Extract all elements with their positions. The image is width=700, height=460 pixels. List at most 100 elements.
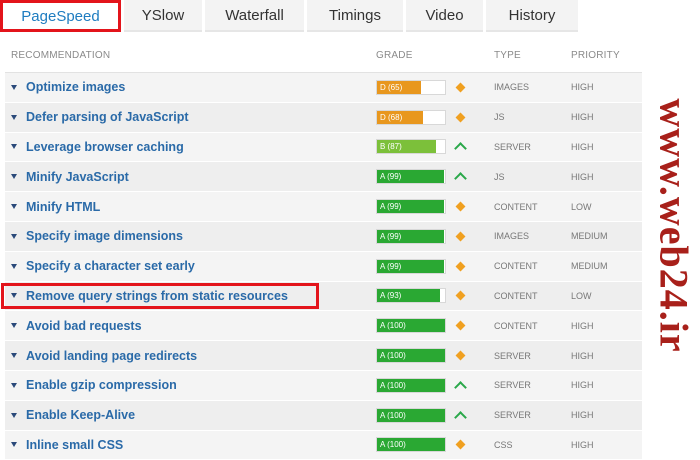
priority-cell: HIGH [571, 141, 594, 152]
caret-down-icon[interactable] [11, 114, 17, 120]
grade-cell: A (99) [376, 162, 494, 191]
grade-text: D (68) [380, 112, 403, 122]
diamond-icon [453, 319, 467, 333]
chevron-up-icon [453, 170, 467, 186]
grade-text: A (100) [380, 410, 406, 420]
table-body: Optimize images D (65) IMAGES HIGH Defer par… [1, 73, 642, 460]
grade-bar: A (99) [376, 258, 446, 274]
caret-down-icon[interactable] [11, 233, 17, 239]
type-cell: IMAGES [494, 82, 530, 93]
table-row[interactable]: Minify HTML A (99) CONTENT LOW [5, 192, 642, 222]
table-row[interactable]: Avoid landing page redirects A (100) SERVE… [5, 341, 642, 371]
tab-pagespeed[interactable]: PageSpeed [0, 0, 121, 32]
recommendation-label[interactable]: Avoid bad requests [26, 319, 142, 333]
recommendation-cell[interactable]: Remove query strings from static resourc… [1, 282, 376, 311]
recommendation-label[interactable]: Minify HTML [26, 200, 100, 214]
recommendation-label[interactable]: Enable gzip compression [26, 378, 177, 392]
grade-text: D (65) [380, 82, 403, 92]
diamond-icon [453, 259, 467, 273]
recommendation-cell[interactable]: Optimize images [5, 73, 376, 102]
grade-bar: B (87) [376, 139, 446, 155]
table-row[interactable]: Remove query strings from static resourc… [1, 281, 642, 312]
chevron-up-icon [453, 408, 467, 424]
tab-waterfall[interactable]: Waterfall [205, 0, 304, 32]
watermark-text: www.web24.ir [651, 97, 697, 353]
table-row[interactable]: Inline small CSS A (100) CSS HIGH [5, 430, 642, 460]
caret-down-icon[interactable] [11, 323, 17, 329]
recommendation-cell[interactable]: Minify HTML [5, 192, 376, 221]
table-row[interactable]: Optimize images D (65) IMAGES HIGH [5, 73, 642, 103]
caret-down-icon[interactable] [11, 263, 17, 269]
table-row[interactable]: Minify JavaScript A (99) JS HIGH [5, 162, 642, 193]
grade-bar: D (65) [376, 79, 446, 95]
recommendations-table: RECOMMENDATION GRADE TYPE PRIORITY Optim… [1, 38, 642, 460]
recommendation-cell[interactable]: Enable Keep-Alive [5, 401, 376, 430]
column-header-grade: GRADE [376, 49, 413, 61]
recommendation-label[interactable]: Specify image dimensions [26, 229, 183, 243]
grade-text: A (93) [380, 291, 402, 301]
type-cell: CONTENT [494, 320, 538, 331]
caret-down-icon[interactable] [11, 144, 17, 150]
recommendation-label[interactable]: Enable Keep-Alive [26, 408, 135, 422]
tab-yslow[interactable]: YSlow [124, 0, 202, 32]
table-row[interactable]: Avoid bad requests A (100) CONTENT HIGH [5, 311, 642, 342]
tab-timings[interactable]: Timings [307, 0, 403, 32]
grade-text: A (99) [380, 231, 402, 241]
grade-bar: A (99) [376, 169, 446, 185]
grade-cell: A (100) [376, 431, 494, 460]
tab-bar: PageSpeed YSlow Waterfall Timings Video … [0, 0, 645, 34]
type-cell: CSS [494, 439, 513, 450]
table-row[interactable]: Specify a character set early A (99) CONTE… [5, 251, 642, 282]
diamond-icon [453, 229, 467, 243]
tab-history[interactable]: History [486, 0, 578, 32]
recommendation-cell[interactable]: Specify a character set early [5, 252, 376, 281]
grade-bar: D (68) [376, 109, 446, 125]
caret-down-icon[interactable] [11, 382, 17, 388]
column-header-type: TYPE [494, 49, 521, 61]
caret-down-icon[interactable] [11, 204, 17, 210]
caret-down-icon[interactable] [11, 174, 17, 180]
caret-down-icon[interactable] [11, 442, 17, 448]
grade-text: A (99) [380, 202, 402, 212]
table-row[interactable]: Specify image dimensions A (99) IMAGES MEDI… [5, 221, 642, 252]
table-row[interactable]: Enable gzip compression A (100) SERVER HIGH [5, 370, 642, 401]
caret-down-icon[interactable] [11, 293, 17, 299]
diamond-icon [453, 289, 467, 303]
type-cell: CONTENT [494, 201, 538, 212]
diamond-icon [453, 200, 467, 214]
recommendation-cell[interactable]: Inline small CSS [5, 431, 376, 460]
recommendation-cell[interactable]: Leverage browser caching [5, 133, 376, 162]
recommendation-label[interactable]: Optimize images [26, 80, 125, 94]
grade-bar: A (99) [376, 228, 446, 244]
recommendation-label[interactable]: Specify a character set early [26, 259, 195, 273]
recommendation-label[interactable]: Defer parsing of JavaScript [26, 110, 189, 124]
grade-bar: A (100) [376, 348, 446, 364]
recommendation-cell[interactable]: Defer parsing of JavaScript [5, 103, 376, 132]
caret-down-icon[interactable] [11, 412, 17, 418]
grade-bar: A (99) [376, 199, 446, 215]
priority-cell: MEDIUM [571, 261, 608, 272]
recommendation-cell[interactable]: Enable gzip compression [5, 371, 376, 400]
recommendation-label[interactable]: Leverage browser caching [26, 140, 184, 154]
table-row[interactable]: Enable Keep-Alive A (100) SERVER HIGH [5, 400, 642, 431]
recommendation-label[interactable]: Remove query strings from static resourc… [26, 289, 288, 303]
grade-cell: A (93) [376, 282, 494, 311]
type-cell: JS [494, 171, 505, 182]
grade-bar: A (100) [376, 407, 446, 423]
grade-text: A (100) [380, 380, 406, 390]
table-header: RECOMMENDATION GRADE TYPE PRIORITY [5, 38, 642, 73]
column-header-priority: PRIORITY [571, 49, 620, 61]
recommendation-cell[interactable]: Minify JavaScript [5, 162, 376, 191]
table-row[interactable]: Defer parsing of JavaScript D (68) JS HIGH [5, 102, 642, 133]
recommendation-label[interactable]: Avoid landing page redirects [26, 349, 197, 363]
table-row[interactable]: Leverage browser caching B (87) SERVER HIGH [5, 132, 642, 163]
type-cell: IMAGES [494, 231, 530, 242]
recommendation-cell[interactable]: Specify image dimensions [5, 222, 376, 251]
recommendation-label[interactable]: Minify JavaScript [26, 170, 129, 184]
tab-video[interactable]: Video [406, 0, 483, 32]
recommendation-cell[interactable]: Avoid bad requests [5, 311, 376, 340]
caret-down-icon[interactable] [11, 353, 17, 359]
priority-cell: HIGH [571, 171, 594, 182]
caret-down-icon[interactable] [11, 84, 17, 90]
recommendation-cell[interactable]: Avoid landing page redirects [5, 341, 376, 370]
